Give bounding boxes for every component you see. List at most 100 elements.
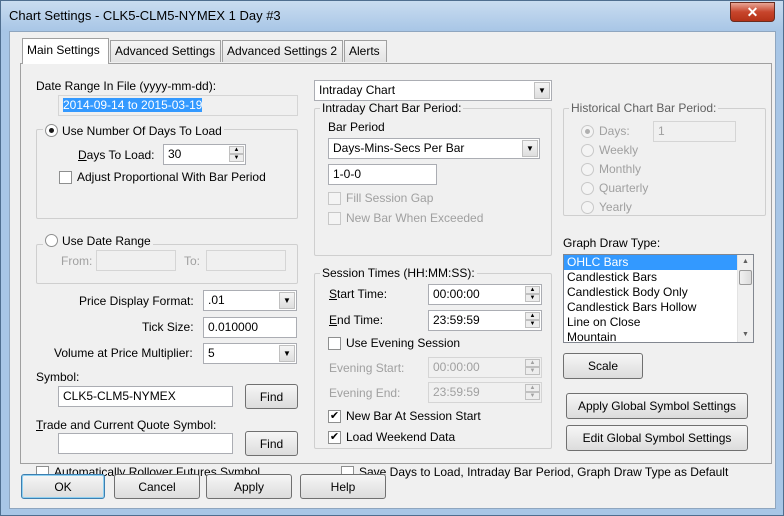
help-button[interactable]: Help <box>300 474 386 499</box>
trade-symbol-label: Trade and Current Quote Symbol: <box>36 418 217 432</box>
ok-button[interactable]: OK <box>21 474 105 499</box>
bar-period-type-select[interactable]: Days-Mins-Secs Per Bar ▼ <box>328 138 540 159</box>
list-scrollbar[interactable]: ▲ ▼ <box>737 255 753 342</box>
apply-button[interactable]: Apply <box>206 474 292 499</box>
evening-start-label: Evening Start: <box>329 361 405 375</box>
end-time-value: 23:59:59 <box>433 313 480 327</box>
spin-down-icon[interactable]: ▼ <box>525 320 540 328</box>
spin-down-icon[interactable]: ▼ <box>525 392 540 400</box>
tab-advanced-settings[interactable]: Advanced Settings <box>110 40 221 62</box>
historical-days-radio[interactable] <box>581 125 594 138</box>
use-date-range-radio[interactable] <box>45 234 58 247</box>
tab-label: Advanced Settings <box>115 44 216 58</box>
scroll-up-icon[interactable]: ▲ <box>738 255 753 269</box>
to-label: To: <box>184 254 201 268</box>
close-button[interactable]: ✕ <box>730 2 775 22</box>
date-range-field[interactable]: 2014-09-14 to 2015-03-19 <box>58 95 298 116</box>
days-value: 30 <box>168 147 182 161</box>
adjust-proportional-checkbox[interactable] <box>59 171 72 184</box>
spin-up-icon[interactable]: ▲ <box>525 384 540 392</box>
days-spinner[interactable]: ▲ ▼ <box>229 146 244 163</box>
list-item[interactable]: OHLC Bars <box>564 255 753 270</box>
edit-global-symbol-settings-button[interactable]: Edit Global Symbol Settings <box>566 425 748 451</box>
use-evening-session-checkbox[interactable] <box>328 337 341 350</box>
load-weekend-label: Load Weekend Data <box>346 430 456 444</box>
tab-advanced-settings-2[interactable]: Advanced Settings 2 <box>222 40 343 62</box>
date-range-value: 2014-09-14 to 2015-03-19 <box>63 98 203 112</box>
new-bar-session-start-checkbox[interactable]: ✔ <box>328 410 341 423</box>
historical-period-caption: Historical Chart Bar Period: <box>569 101 719 115</box>
chevron-down-icon[interactable]: ▼ <box>534 82 550 99</box>
evening-end-input[interactable]: 23:59:59 ▲ ▼ <box>428 382 542 403</box>
save-defaults-label: Save Days to Load, Intraday Bar Period, … <box>359 465 729 479</box>
bar-period-input[interactable]: 1-0-0 <box>328 164 437 185</box>
load-weekend-checkbox[interactable]: ✔ <box>328 431 341 444</box>
new-bar-session-start-label: New Bar At Session Start <box>346 409 481 423</box>
scroll-down-icon[interactable]: ▼ <box>738 328 753 342</box>
chevron-down-icon[interactable]: ▼ <box>279 292 295 309</box>
end-time-spinner[interactable]: ▲ ▼ <box>525 312 540 329</box>
price-display-format-label: Price Display Format: <box>79 294 194 308</box>
start-time-input[interactable]: 00:00:00 ▲ ▼ <box>428 284 542 305</box>
weekly-radio[interactable] <box>581 144 594 157</box>
chart-settings-window: Chart Settings - CLK5-CLM5-NYMEX 1 Day #… <box>0 0 784 516</box>
trade-symbol-find-button[interactable]: Find <box>245 431 298 456</box>
fill-session-gap-checkbox[interactable] <box>328 192 341 205</box>
symbol-input[interactable]: CLK5-CLM5-NYMEX <box>58 386 233 407</box>
list-item[interactable]: Line on Close <box>564 315 753 330</box>
start-time-spinner[interactable]: ▲ ▼ <box>525 286 540 303</box>
spin-up-icon[interactable]: ▲ <box>525 359 540 367</box>
list-item[interactable]: Candlestick Bars Hollow <box>564 300 753 315</box>
chart-type-select[interactable]: Intraday Chart ▼ <box>314 80 552 101</box>
graph-draw-type-list[interactable]: OHLC Bars Candlestick Bars Candlestick B… <box>563 254 754 343</box>
start-time-label: Start Time: <box>329 287 388 301</box>
monthly-radio[interactable] <box>581 163 594 176</box>
days-to-load-input[interactable]: 30 ▲ ▼ <box>163 144 246 165</box>
tab-main-settings[interactable]: Main Settings <box>22 38 109 64</box>
use-evening-session-label: Use Evening Session <box>346 336 461 350</box>
title-bar[interactable]: Chart Settings - CLK5-CLM5-NYMEX 1 Day #… <box>1 1 783 31</box>
graph-draw-type-label: Graph Draw Type: <box>563 236 661 250</box>
evening-end-spinner[interactable]: ▲ ▼ <box>525 384 540 401</box>
tab-alerts[interactable]: Alerts <box>344 40 387 62</box>
spin-down-icon[interactable]: ▼ <box>525 367 540 375</box>
quarterly-radio[interactable] <box>581 182 594 195</box>
evening-end-value: 23:59:59 <box>433 385 480 399</box>
chevron-down-icon[interactable]: ▼ <box>522 140 538 157</box>
volume-multiplier-select[interactable]: 5 ▼ <box>203 343 297 364</box>
list-item[interactable]: Candlestick Body Only <box>564 285 753 300</box>
list-item[interactable]: Mountain <box>564 330 753 342</box>
apply-global-symbol-settings-button[interactable]: Apply Global Symbol Settings <box>566 393 748 419</box>
spin-down-icon[interactable]: ▼ <box>229 154 244 162</box>
cancel-button[interactable]: Cancel <box>114 474 200 499</box>
spin-up-icon[interactable]: ▲ <box>229 146 244 154</box>
spin-up-icon[interactable]: ▲ <box>525 312 540 320</box>
chevron-down-icon[interactable]: ▼ <box>279 345 295 362</box>
evening-start-input[interactable]: 00:00:00 ▲ ▼ <box>428 357 542 378</box>
volume-multiplier-value: 5 <box>208 346 215 360</box>
end-time-input[interactable]: 23:59:59 ▲ ▼ <box>428 310 542 331</box>
scale-button[interactable]: Scale <box>563 353 643 379</box>
dialog-client: Main Settings Advanced Settings Advanced… <box>9 31 776 509</box>
volume-multiplier-label: Volume at Price Multiplier: <box>54 346 193 360</box>
symbol-find-button[interactable]: Find <box>245 384 298 409</box>
price-display-format-select[interactable]: .01 ▼ <box>203 290 297 311</box>
trade-symbol-input[interactable] <box>58 433 233 454</box>
from-label: From: <box>61 254 93 268</box>
use-days-radio[interactable] <box>45 124 58 137</box>
yearly-radio[interactable] <box>581 201 594 214</box>
from-date-field[interactable] <box>96 250 176 271</box>
monthly-label: Monthly <box>599 162 642 176</box>
new-bar-exceeded-checkbox[interactable] <box>328 212 341 225</box>
evening-start-spinner[interactable]: ▲ ▼ <box>525 359 540 376</box>
scroll-thumb[interactable] <box>739 270 752 285</box>
tick-size-value: 0.010000 <box>208 320 259 334</box>
tick-size-input[interactable]: 0.010000 <box>203 317 297 338</box>
spin-up-icon[interactable]: ▲ <box>525 286 540 294</box>
use-date-range-label: Use Date Range <box>62 234 151 248</box>
spin-down-icon[interactable]: ▼ <box>525 294 540 302</box>
list-item[interactable]: Candlestick Bars <box>564 270 753 285</box>
yearly-label: Yearly <box>599 200 632 214</box>
to-date-field[interactable] <box>206 250 286 271</box>
historical-days-input[interactable]: 1 <box>653 121 736 142</box>
